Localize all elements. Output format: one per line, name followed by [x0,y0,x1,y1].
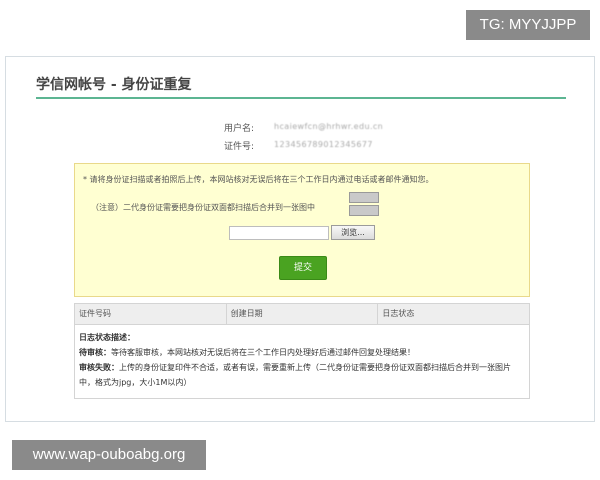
main-panel: 学信网帐号 - 身份证重复 用户名: hcaiewfcn@hrhwr.edu.c… [5,56,595,422]
pending-text: 等待客服审核，本网站核对无误后将在三个工作日内处理好后通过邮件回复处理结果！ [111,348,415,357]
failed-label: 审核失败： [79,363,119,372]
id-card-example-image [349,192,379,216]
file-path-input[interactable] [229,226,329,240]
column-log-status: 日志状态 [382,309,415,318]
tg-badge: TG: MYYJJPP [466,10,590,40]
description-title: 日志状态描述： [79,333,135,342]
log-status-table: 证件号码 创建日期 日志状态 日志状态描述： 待审核：等待客服审核，本网站核对无… [74,303,530,399]
upload-note: （注意）二代身份证需要把身份证双面都扫描后合并到一张图中 [91,203,315,212]
column-created-date: 创建日期 [227,304,379,324]
table-header: 证件号码 创建日期 日志状态 [75,304,529,325]
pending-label: 待审核： [79,348,111,357]
submit-button[interactable]: 提交 [279,256,327,280]
username-value: hcaiewfcn@hrhwr.edu.cn [274,122,384,131]
upload-instruction: * 请将身份证扫描或者拍照后上传，本网站核对无误后将在三个工作日内通过电话或者邮… [83,175,434,184]
upload-notice-box: * 请将身份证扫描或者拍照后上传，本网站核对无误后将在三个工作日内通过电话或者邮… [74,163,530,297]
id-number-value: 123456789012345677 [274,140,373,149]
site-watermark: www.wap-ouboabg.org [12,440,206,470]
id-number-label: 证件号: [224,142,255,152]
column-id-number: 证件号码 [75,304,227,324]
status-description: 日志状态描述： 待审核：等待客服审核，本网站核对无误后将在三个工作日内处理好后通… [75,325,529,390]
browse-button[interactable]: 浏览... [331,225,375,240]
page-title: 学信网帐号 - 身份证重复 [36,77,192,93]
username-label: 用户名: [224,124,255,134]
title-divider [36,97,566,99]
failed-text: 上传的身份证复印件不合适，或者有误，需要重新上传（二代身份证需要把身份证双面都扫… [79,363,511,387]
